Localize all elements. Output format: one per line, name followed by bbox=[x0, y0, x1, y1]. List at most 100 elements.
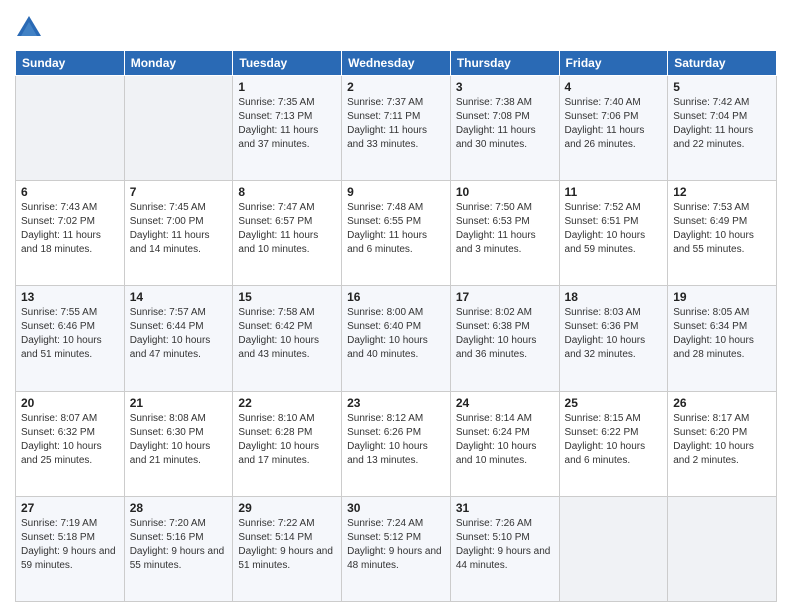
day-number: 11 bbox=[565, 185, 663, 199]
calendar: SundayMondayTuesdayWednesdayThursdayFrid… bbox=[15, 50, 777, 602]
calendar-cell: 10 Sunrise: 7:50 AMSunset: 6:53 PMDayligh… bbox=[450, 181, 559, 286]
calendar-cell: 22 Sunrise: 8:10 AMSunset: 6:28 PMDayligh… bbox=[233, 391, 342, 496]
day-info: Sunrise: 7:24 AMSunset: 5:12 PMDaylight:… bbox=[347, 517, 445, 573]
weekday-row: SundayMondayTuesdayWednesdayThursdayFrid… bbox=[16, 51, 777, 76]
day-number: 26 bbox=[673, 396, 771, 410]
calendar-cell: 15 Sunrise: 7:58 AMSunset: 6:42 PMDayligh… bbox=[233, 286, 342, 391]
day-info: Sunrise: 7:22 AMSunset: 5:14 PMDaylight:… bbox=[238, 517, 336, 573]
weekday-header-tuesday: Tuesday bbox=[233, 51, 342, 76]
day-info: Sunrise: 8:03 AMSunset: 6:36 PMDaylight:… bbox=[565, 306, 663, 362]
calendar-cell: 30 Sunrise: 7:24 AMSunset: 5:12 PMDayligh… bbox=[342, 496, 451, 601]
day-number: 8 bbox=[238, 185, 336, 199]
day-info: Sunrise: 8:12 AMSunset: 6:26 PMDaylight:… bbox=[347, 412, 445, 468]
day-number: 31 bbox=[456, 501, 554, 515]
day-info: Sunrise: 7:50 AMSunset: 6:53 PMDaylight:… bbox=[456, 201, 554, 257]
day-info: Sunrise: 7:40 AMSunset: 7:06 PMDaylight:… bbox=[565, 96, 663, 152]
day-info: Sunrise: 8:07 AMSunset: 6:32 PMDaylight:… bbox=[21, 412, 119, 468]
calendar-cell: 20 Sunrise: 8:07 AMSunset: 6:32 PMDayligh… bbox=[16, 391, 125, 496]
day-number: 17 bbox=[456, 290, 554, 304]
day-info: Sunrise: 8:15 AMSunset: 6:22 PMDaylight:… bbox=[565, 412, 663, 468]
calendar-cell: 29 Sunrise: 7:22 AMSunset: 5:14 PMDayligh… bbox=[233, 496, 342, 601]
calendar-cell: 26Sunrise: 8:17 AMSunset: 6:20 PMDayligh… bbox=[668, 391, 777, 496]
calendar-cell: 2 Sunrise: 7:37 AMSunset: 7:11 PMDaylight… bbox=[342, 76, 451, 181]
day-number: 4 bbox=[565, 80, 663, 94]
calendar-cell: 12 Sunrise: 7:53 AMSunset: 6:49 PMDayligh… bbox=[668, 181, 777, 286]
day-info: Sunrise: 7:58 AMSunset: 6:42 PMDaylight:… bbox=[238, 306, 336, 362]
day-number: 27 bbox=[21, 501, 119, 515]
header bbox=[15, 10, 777, 42]
calendar-cell: 31Sunrise: 7:26 AMSunset: 5:10 PMDayligh… bbox=[450, 496, 559, 601]
calendar-cell: 8 Sunrise: 7:47 AMSunset: 6:57 PMDaylight… bbox=[233, 181, 342, 286]
day-number: 2 bbox=[347, 80, 445, 94]
page: SundayMondayTuesdayWednesdayThursdayFrid… bbox=[0, 0, 792, 612]
weekday-header-wednesday: Wednesday bbox=[342, 51, 451, 76]
calendar-cell: 14Sunrise: 7:57 AMSunset: 6:44 PMDayligh… bbox=[124, 286, 233, 391]
day-info: Sunrise: 8:08 AMSunset: 6:30 PMDaylight:… bbox=[130, 412, 228, 468]
day-number: 3 bbox=[456, 80, 554, 94]
calendar-week-4: 20 Sunrise: 8:07 AMSunset: 6:32 PMDayligh… bbox=[16, 391, 777, 496]
calendar-cell: 18 Sunrise: 8:03 AMSunset: 6:36 PMDayligh… bbox=[559, 286, 668, 391]
day-number: 15 bbox=[238, 290, 336, 304]
day-info: Sunrise: 7:52 AMSunset: 6:51 PMDaylight:… bbox=[565, 201, 663, 257]
day-info: Sunrise: 8:10 AMSunset: 6:28 PMDaylight:… bbox=[238, 412, 336, 468]
day-info: Sunrise: 7:53 AMSunset: 6:49 PMDaylight:… bbox=[673, 201, 771, 257]
day-number: 10 bbox=[456, 185, 554, 199]
calendar-cell: 17 Sunrise: 8:02 AMSunset: 6:38 PMDayligh… bbox=[450, 286, 559, 391]
day-number: 30 bbox=[347, 501, 445, 515]
day-info: Sunrise: 7:47 AMSunset: 6:57 PMDaylight:… bbox=[238, 201, 336, 257]
calendar-cell bbox=[559, 496, 668, 601]
day-info: Sunrise: 7:19 AMSunset: 5:18 PMDaylight:… bbox=[21, 517, 119, 573]
calendar-cell: 16 Sunrise: 8:00 AMSunset: 6:40 PMDayligh… bbox=[342, 286, 451, 391]
weekday-header-friday: Friday bbox=[559, 51, 668, 76]
logo-icon bbox=[15, 14, 43, 42]
calendar-cell: 28 Sunrise: 7:20 AMSunset: 5:16 PMDayligh… bbox=[124, 496, 233, 601]
calendar-week-5: 27 Sunrise: 7:19 AMSunset: 5:18 PMDayligh… bbox=[16, 496, 777, 601]
calendar-cell: 13Sunrise: 7:55 AMSunset: 6:46 PMDayligh… bbox=[16, 286, 125, 391]
calendar-body: 1Sunrise: 7:35 AMSunset: 7:13 PMDaylight… bbox=[16, 76, 777, 602]
day-info: Sunrise: 8:00 AMSunset: 6:40 PMDaylight:… bbox=[347, 306, 445, 362]
day-number: 7 bbox=[130, 185, 228, 199]
calendar-cell bbox=[124, 76, 233, 181]
weekday-header-monday: Monday bbox=[124, 51, 233, 76]
day-info: Sunrise: 7:48 AMSunset: 6:55 PMDaylight:… bbox=[347, 201, 445, 257]
day-info: Sunrise: 8:02 AMSunset: 6:38 PMDaylight:… bbox=[456, 306, 554, 362]
day-number: 24 bbox=[456, 396, 554, 410]
calendar-cell: 3 Sunrise: 7:38 AMSunset: 7:08 PMDaylight… bbox=[450, 76, 559, 181]
day-number: 20 bbox=[21, 396, 119, 410]
calendar-cell: 7 Sunrise: 7:45 AMSunset: 7:00 PMDaylight… bbox=[124, 181, 233, 286]
calendar-cell: 4 Sunrise: 7:40 AMSunset: 7:06 PMDaylight… bbox=[559, 76, 668, 181]
calendar-cell: 23Sunrise: 8:12 AMSunset: 6:26 PMDayligh… bbox=[342, 391, 451, 496]
day-number: 12 bbox=[673, 185, 771, 199]
calendar-cell: 24 Sunrise: 8:14 AMSunset: 6:24 PMDayligh… bbox=[450, 391, 559, 496]
day-info: Sunrise: 8:05 AMSunset: 6:34 PMDaylight:… bbox=[673, 306, 771, 362]
day-info: Sunrise: 8:14 AMSunset: 6:24 PMDaylight:… bbox=[456, 412, 554, 468]
calendar-cell: 19 Sunrise: 8:05 AMSunset: 6:34 PMDayligh… bbox=[668, 286, 777, 391]
calendar-week-1: 1Sunrise: 7:35 AMSunset: 7:13 PMDaylight… bbox=[16, 76, 777, 181]
day-info: Sunrise: 7:42 AMSunset: 7:04 PMDaylight:… bbox=[673, 96, 771, 152]
day-info: Sunrise: 7:37 AMSunset: 7:11 PMDaylight:… bbox=[347, 96, 445, 152]
day-number: 25 bbox=[565, 396, 663, 410]
day-number: 18 bbox=[565, 290, 663, 304]
calendar-week-2: 6Sunrise: 7:43 AMSunset: 7:02 PMDaylight… bbox=[16, 181, 777, 286]
calendar-cell: 6Sunrise: 7:43 AMSunset: 7:02 PMDaylight… bbox=[16, 181, 125, 286]
day-number: 16 bbox=[347, 290, 445, 304]
day-number: 21 bbox=[130, 396, 228, 410]
day-number: 6 bbox=[21, 185, 119, 199]
calendar-week-3: 13Sunrise: 7:55 AMSunset: 6:46 PMDayligh… bbox=[16, 286, 777, 391]
day-number: 19 bbox=[673, 290, 771, 304]
calendar-cell: 27 Sunrise: 7:19 AMSunset: 5:18 PMDayligh… bbox=[16, 496, 125, 601]
day-number: 5 bbox=[673, 80, 771, 94]
day-info: Sunrise: 7:20 AMSunset: 5:16 PMDaylight:… bbox=[130, 517, 228, 573]
weekday-header-sunday: Sunday bbox=[16, 51, 125, 76]
day-info: Sunrise: 7:45 AMSunset: 7:00 PMDaylight:… bbox=[130, 201, 228, 257]
day-number: 28 bbox=[130, 501, 228, 515]
day-number: 14 bbox=[130, 290, 228, 304]
day-number: 22 bbox=[238, 396, 336, 410]
logo bbox=[15, 14, 45, 42]
day-number: 29 bbox=[238, 501, 336, 515]
calendar-cell: 9Sunrise: 7:48 AMSunset: 6:55 PMDaylight… bbox=[342, 181, 451, 286]
day-number: 13 bbox=[21, 290, 119, 304]
day-info: Sunrise: 7:35 AMSunset: 7:13 PMDaylight:… bbox=[238, 96, 336, 152]
calendar-cell: 5 Sunrise: 7:42 AMSunset: 7:04 PMDaylight… bbox=[668, 76, 777, 181]
day-info: Sunrise: 7:38 AMSunset: 7:08 PMDaylight:… bbox=[456, 96, 554, 152]
